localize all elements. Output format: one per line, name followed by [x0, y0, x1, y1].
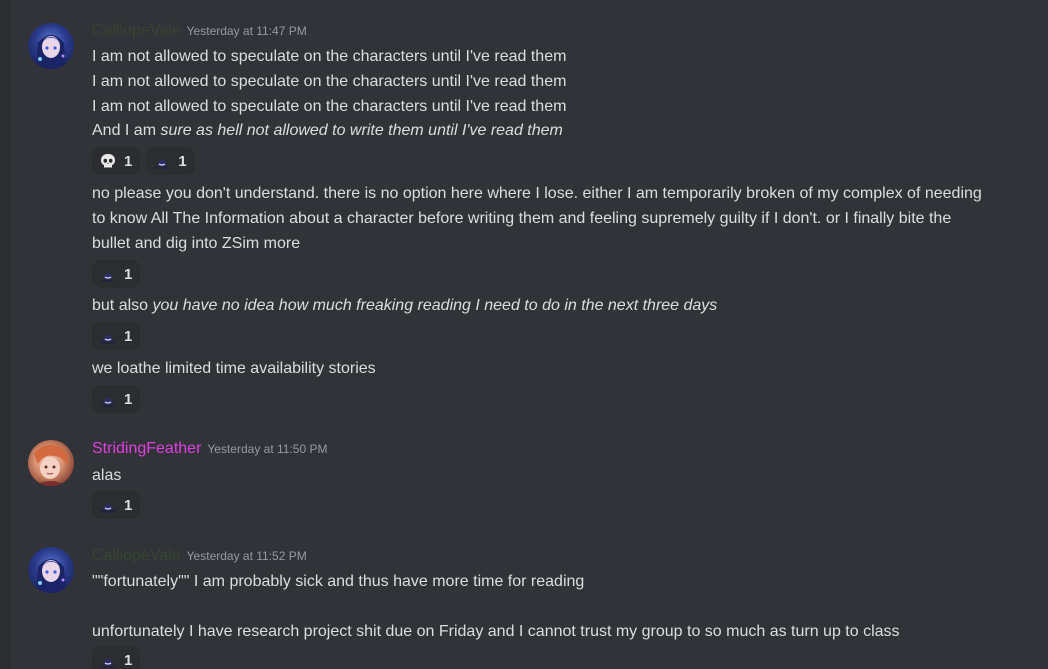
avatar[interactable]: [28, 440, 74, 486]
reaction-count: 1: [124, 496, 133, 514]
username[interactable]: CalliopeVale: [92, 22, 181, 39]
message-text: unfortunately I have research project sh…: [92, 623, 900, 640]
left-rail: [0, 0, 11, 669]
message-header: CalliopeVale Yesterday at 11:47 PM: [92, 22, 307, 44]
reaction-bar: 1 1: [92, 147, 195, 175]
message-text-italic: sure as hell not allowed to write them u…: [160, 122, 563, 139]
reaction-hat[interactable]: 1: [92, 646, 141, 669]
message-text: I am not allowed to speculate on the cha…: [92, 48, 567, 65]
reaction-count: 1: [124, 327, 133, 345]
hat-emoji-icon: [98, 326, 118, 346]
reaction-hat[interactable]: 1: [92, 322, 141, 350]
username[interactable]: StridingFeather: [92, 440, 201, 457]
timestamp: Yesterday at 11:47 PM: [186, 24, 307, 38]
hat-emoji-icon: [98, 495, 118, 515]
message-text-plain: but also: [92, 297, 153, 314]
reaction-bar: 1: [92, 322, 141, 350]
reaction-skull[interactable]: 1: [92, 147, 141, 175]
message-text: no please you don't understand. there is…: [92, 185, 982, 252]
avatar[interactable]: [28, 547, 74, 593]
message-text: alas: [92, 467, 122, 484]
reaction-hat[interactable]: 1: [92, 491, 141, 519]
message-text: I am not allowed to speculate on the cha…: [92, 73, 567, 90]
message-text: I am not allowed to speculate on the cha…: [92, 98, 567, 115]
message-text: ""fortunately"" I am probably sick and t…: [92, 573, 585, 590]
reaction-bar: 1: [92, 385, 141, 413]
reaction-count: 1: [124, 651, 133, 669]
message-text: but also you have no idea how much freak…: [92, 293, 717, 318]
reaction-count: 1: [124, 152, 133, 170]
reaction-count: 1: [124, 390, 133, 408]
message-header: CalliopeVale Yesterday at 11:52 PM: [92, 547, 307, 569]
hat-emoji-icon: [98, 389, 118, 409]
message-text: And I am sure as hell not allowed to wri…: [92, 118, 563, 143]
timestamp: Yesterday at 11:52 PM: [186, 549, 307, 563]
reaction-count: 1: [178, 152, 187, 170]
hat-emoji-icon: [98, 650, 118, 669]
message-text-italic: you have no idea how much freaking readi…: [152, 297, 718, 314]
username[interactable]: CalliopeVale: [92, 547, 181, 564]
reaction-count: 1: [124, 265, 133, 283]
reaction-hat[interactable]: 1: [146, 147, 195, 175]
hat-emoji-icon: [98, 264, 118, 284]
reaction-hat[interactable]: 1: [92, 385, 141, 413]
message-text: we loathe limited time availability stor…: [92, 360, 376, 377]
message-header: StridingFeather Yesterday at 11:50 PM: [92, 440, 327, 462]
hat-emoji-icon: [152, 151, 172, 171]
chat-messages[interactable]: CalliopeVale Yesterday at 11:47 PM I am n…: [11, 0, 1048, 669]
reaction-bar: 1: [92, 646, 141, 669]
skull-emoji-icon: [98, 151, 118, 171]
reaction-hat[interactable]: 1: [92, 260, 141, 288]
reaction-bar: 1: [92, 260, 141, 288]
message-text-plain: And I am: [92, 122, 161, 139]
avatar[interactable]: [28, 23, 74, 69]
timestamp: Yesterday at 11:50 PM: [207, 442, 328, 456]
reaction-bar: 1: [92, 491, 141, 519]
